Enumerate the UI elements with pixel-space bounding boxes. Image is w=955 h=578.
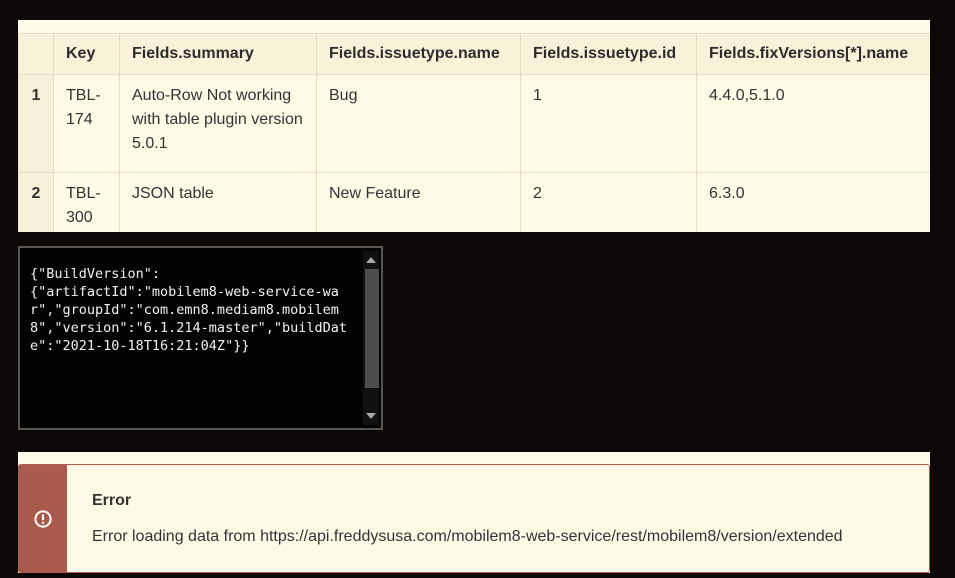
- row-number: 2: [18, 172, 54, 232]
- error-title: Error: [92, 492, 132, 509]
- table-header-row: Key Fields.summary Fields.issuetype.name…: [18, 33, 930, 75]
- column-header-key[interactable]: Key: [53, 33, 120, 75]
- app-root: Key Fields.summary Fields.issuetype.name…: [0, 0, 955, 578]
- table-row: 1 TBL-174 Auto-Row Not working with tabl…: [18, 74, 930, 173]
- scroll-up-icon[interactable]: [366, 257, 376, 263]
- column-header-fixversions[interactable]: Fields.fixVersions[*].name: [696, 33, 930, 75]
- error-alert: Error Error loading data from https://ap…: [18, 464, 930, 573]
- scroll-down-icon[interactable]: [366, 413, 376, 419]
- cell-issuetype-id: 1: [520, 74, 697, 173]
- table-panel: Key Fields.summary Fields.issuetype.name…: [18, 20, 930, 232]
- error-stripe: [19, 465, 67, 572]
- cell-key: TBL-174: [53, 74, 120, 173]
- cell-summary: Auto-Row Not working with table plugin v…: [119, 74, 317, 173]
- row-number: 1: [18, 74, 54, 173]
- cell-issuetype-id: 2: [520, 172, 697, 232]
- json-output-box[interactable]: {"BuildVersion": {"artifactId":"mobilem8…: [18, 246, 383, 430]
- json-text[interactable]: {"BuildVersion": {"artifactId":"mobilem8…: [30, 265, 355, 355]
- error-panel: Error Error loading data from https://ap…: [18, 452, 930, 573]
- column-header-summary[interactable]: Fields.summary: [119, 33, 317, 75]
- cell-fixversions: 4.4.0,5.1.0: [696, 74, 930, 173]
- cell-summary: JSON table: [119, 172, 317, 232]
- cell-fixversions: 6.3.0: [696, 172, 930, 232]
- column-header-issuetype-name[interactable]: Fields.issuetype.name: [316, 33, 521, 75]
- column-header-issuetype-id[interactable]: Fields.issuetype.id: [520, 33, 697, 75]
- scrollbar[interactable]: [363, 251, 379, 425]
- cell-key: TBL-300: [53, 172, 120, 232]
- cell-issuetype-name: Bug: [316, 74, 521, 173]
- data-table: Key Fields.summary Fields.issuetype.name…: [18, 33, 930, 232]
- column-header-rownum[interactable]: [18, 33, 54, 75]
- scrollbar-thumb[interactable]: [365, 269, 379, 388]
- table-top-strip: [18, 20, 930, 33]
- table-row: 2 TBL-300 JSON table New Feature 2 6.3.0: [18, 172, 930, 232]
- error-message: Error loading data from https://api.fred…: [92, 528, 843, 545]
- exclamation-circle-icon: [34, 510, 52, 528]
- cell-issuetype-name: New Feature: [316, 172, 521, 232]
